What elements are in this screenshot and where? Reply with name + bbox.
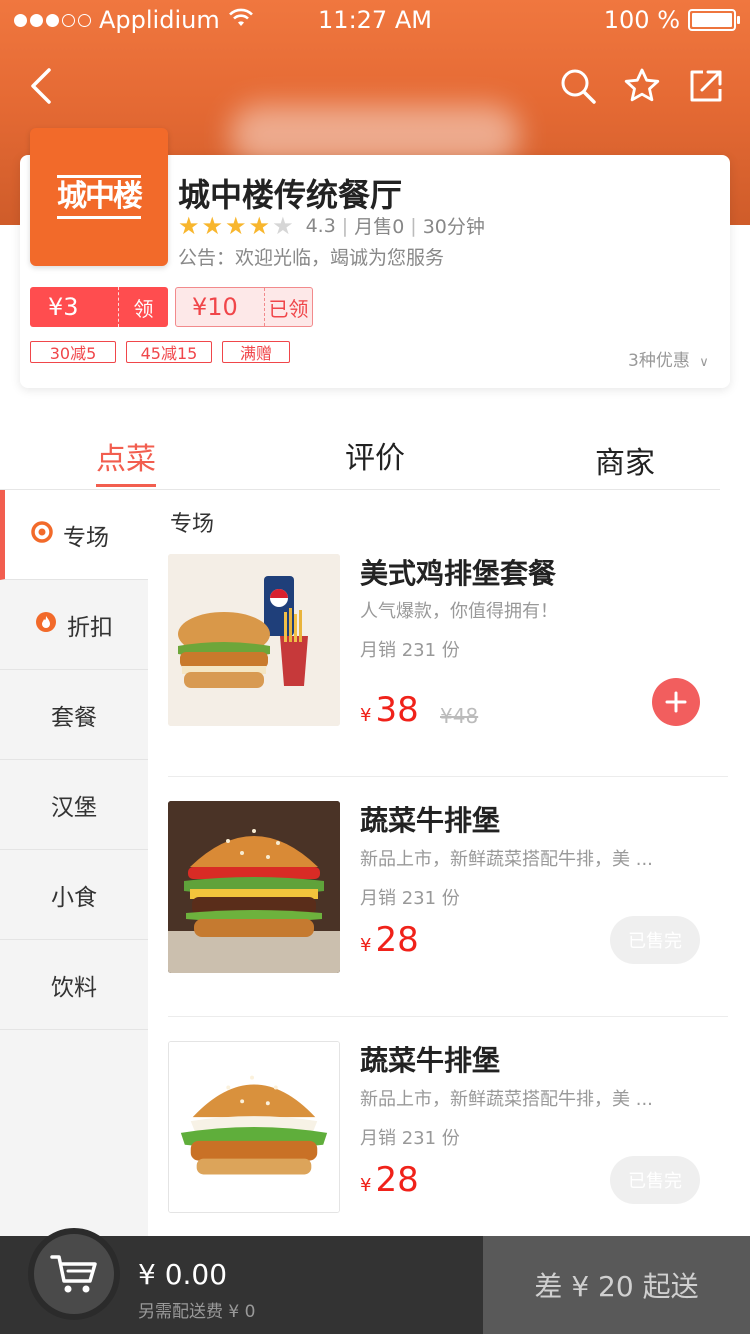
store-rating-row: ★ ★ ★ ★ ★ 4.3 | 月售0 | 30分钟 — [178, 212, 485, 239]
chevron-left-icon — [31, 68, 51, 104]
coupon-amount: ¥3 — [48, 293, 79, 321]
coupon-claimed[interactable]: ¥10 已领 — [175, 287, 313, 327]
star-filled-icon: ★ — [225, 211, 247, 240]
sidebar-item-snacks[interactable]: 小食 — [0, 850, 148, 940]
store-logo: 城中楼 — [30, 128, 168, 266]
promo-tag: 30减5 — [30, 341, 116, 363]
burger-combo-image — [168, 554, 340, 726]
active-tab-indicator — [96, 484, 156, 487]
star-filled-icon: ★ — [178, 211, 200, 240]
sidebar-item-burger[interactable]: 汉堡 — [0, 760, 148, 850]
tab-order[interactable]: 点菜 — [96, 434, 156, 478]
share-external-icon — [690, 70, 722, 102]
checkout-button[interactable]: 差 ¥ 20 起送 — [483, 1236, 750, 1334]
product-sales: 月销 231 份 — [360, 888, 460, 909]
product-image[interactable] — [168, 1041, 340, 1213]
star-empty-icon: ★ — [272, 211, 294, 240]
chevron-down-icon: ∨ — [699, 355, 709, 370]
sidebar-item-label: 饮料 — [51, 974, 97, 1001]
product-image[interactable] — [168, 801, 340, 973]
coupon-claimed-label: 已领 — [264, 288, 312, 326]
category-sidebar: 专场 折扣 套餐 汉堡 小食 饮料 — [0, 490, 148, 1236]
delivery-fee: 另需配送费 ¥ 0 — [138, 1302, 256, 1322]
target-icon — [31, 520, 53, 549]
rating-stars: ★ ★ ★ ★ ★ — [178, 214, 294, 238]
coupon-claim[interactable]: ¥3 领 — [30, 287, 168, 327]
monthly-sales: 月售0 — [354, 216, 405, 238]
status-bar-right: 100 % — [603, 6, 740, 34]
sidebar-item-label: 套餐 — [51, 704, 97, 731]
store-name: 城中楼传统餐厅 — [178, 176, 403, 214]
sidebar-item-discount[interactable]: 折扣 — [0, 580, 148, 670]
product-sales: 月销 231 份 — [360, 640, 460, 661]
store-notice: 公告：欢迎光临，竭诚为您服务 — [178, 247, 445, 269]
promo-count-toggle[interactable]: 3种优惠 ∨ — [628, 346, 709, 371]
promo-tag: 45减15 — [126, 341, 212, 363]
coupon-amount: ¥10 — [192, 293, 238, 321]
promo-count-label: 3种优惠 — [628, 351, 690, 371]
cart-button[interactable] — [28, 1228, 120, 1320]
plus-icon — [665, 691, 687, 713]
store-logo-mark: 城中楼 — [57, 175, 143, 219]
product-price: ¥ 38 — [360, 690, 419, 730]
sold-out-badge: 已售完 — [610, 1156, 700, 1204]
coupon-claim-button[interactable]: 领 — [118, 287, 168, 327]
product-price: ¥ 28 — [360, 1160, 419, 1200]
product-sales: 月销 231 份 — [360, 1128, 460, 1149]
status-bar: Applidium 11:27 AM 100 % — [0, 0, 750, 40]
sidebar-item-label: 折扣 — [67, 614, 113, 641]
delivery-time: 30分钟 — [422, 216, 485, 238]
tab-merchant[interactable]: 商家 — [595, 438, 655, 482]
currency-symbol: ¥ — [360, 705, 372, 726]
back-button[interactable] — [18, 62, 66, 110]
divider — [168, 776, 728, 777]
section-title: 专场 — [170, 512, 215, 537]
sidebar-item-special[interactable]: 专场 — [0, 490, 148, 580]
product-description: 新品上市，新鲜蔬菜搭配牛排，美 ... — [360, 849, 653, 870]
star-outline-icon — [624, 68, 660, 102]
star-filled-icon: ★ — [248, 211, 271, 240]
rating-score: 4.3 — [305, 214, 336, 237]
sidebar-item-label: 汉堡 — [51, 794, 97, 821]
product-name: 蔬菜牛排堡 — [360, 804, 501, 837]
tab-reviews[interactable]: 评价 — [345, 433, 405, 477]
cart-total: ¥ 0.00 — [138, 1258, 228, 1291]
cart-icon — [50, 1255, 97, 1293]
battery-percent: 100 % — [603, 6, 680, 34]
price-value: 28 — [375, 920, 419, 960]
chicken-burger-image — [169, 1042, 339, 1212]
divider: | — [341, 214, 349, 237]
divider — [168, 1016, 728, 1017]
flame-icon — [35, 611, 57, 639]
search-button[interactable] — [554, 62, 602, 110]
star-filled-icon: ★ — [201, 211, 224, 240]
currency-symbol: ¥ — [360, 1175, 372, 1196]
product-name: 蔬菜牛排堡 — [360, 1044, 501, 1077]
favorite-button[interactable] — [618, 62, 666, 110]
price-value: 28 — [375, 1160, 419, 1200]
product-name: 美式鸡排堡套餐 — [360, 557, 557, 590]
sold-out-badge: 已售完 — [610, 916, 700, 964]
product-description: 新品上市，新鲜蔬菜搭配牛排，美 ... — [360, 1089, 653, 1110]
add-to-cart-button[interactable] — [652, 678, 700, 726]
steak-burger-image — [168, 801, 340, 973]
battery-icon — [688, 9, 740, 31]
divider: | — [410, 214, 417, 237]
product-description: 人气爆款，你值得拥有！ — [360, 601, 558, 622]
price-value: 38 — [375, 690, 419, 730]
share-button[interactable] — [682, 62, 730, 110]
product-image[interactable] — [168, 554, 340, 726]
sidebar-item-label: 专场 — [63, 524, 109, 551]
sidebar-item-drinks[interactable]: 饮料 — [0, 940, 148, 1030]
product-price: ¥ 28 — [360, 920, 419, 960]
promo-tag: 满赠 — [222, 341, 290, 363]
sidebar-item-label: 小食 — [51, 884, 97, 911]
original-price: ¥48 — [440, 704, 479, 728]
sidebar-item-combo[interactable]: 套餐 — [0, 670, 148, 760]
currency-symbol: ¥ — [360, 935, 372, 956]
search-icon — [561, 69, 596, 104]
